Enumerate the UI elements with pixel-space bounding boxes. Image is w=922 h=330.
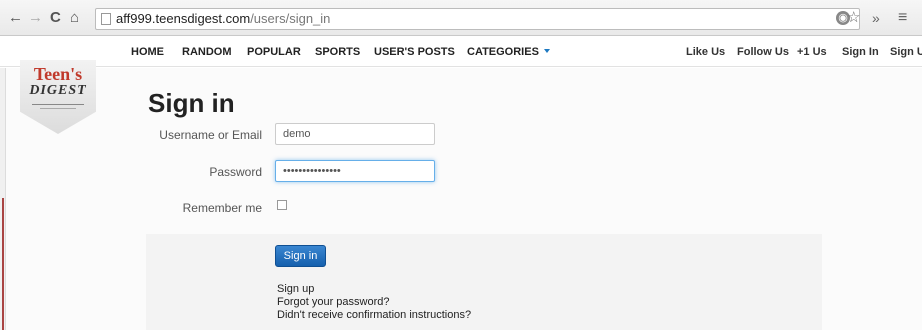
nav-users-posts[interactable]: USER'S POSTS [374, 46, 455, 58]
caret-down-icon [543, 49, 550, 53]
remember-me-checkbox[interactable] [277, 200, 287, 210]
browser-toolbar: ← → C ⌂ aff999.teensdigest.com/users/sig… [0, 0, 922, 36]
nav-like-us[interactable]: Like Us [686, 46, 725, 58]
site-logo[interactable]: Teen's DIGEST [20, 60, 96, 134]
more-extensions-icon[interactable]: » [872, 10, 880, 26]
page-title: Sign in [148, 88, 235, 118]
form-actions [146, 234, 822, 330]
back-icon[interactable]: ← [8, 9, 23, 27]
username-input[interactable]: demo [275, 123, 435, 145]
password-input[interactable]: ••••••••••••••• [275, 160, 435, 182]
username-label: Username or Email [159, 128, 262, 142]
page-icon [101, 13, 111, 25]
remember-me-label: Remember me [182, 201, 262, 215]
nav-popular[interactable]: POPULAR [247, 46, 301, 58]
address-bar[interactable]: aff999.teensdigest.com/users/sign_in [95, 8, 860, 30]
nav-categories-label: CATEGORIES [467, 46, 539, 58]
site-navbar: HOME RANDOM POPULAR SPORTS USER'S POSTS … [0, 37, 922, 67]
nav-sports[interactable]: SPORTS [315, 46, 360, 58]
password-label: Password [209, 165, 262, 179]
forward-icon[interactable]: → [28, 9, 43, 27]
url-host: aff999.teensdigest.com [116, 11, 251, 26]
bookmark-star-icon[interactable]: ☆ [847, 10, 860, 26]
sign-up-link[interactable]: Sign up [277, 283, 314, 295]
nav-home[interactable]: HOME [131, 46, 164, 58]
nav-sign-in[interactable]: Sign In [842, 46, 879, 58]
left-edge-strip [0, 68, 6, 330]
home-icon[interactable]: ⌂ [70, 9, 79, 27]
menu-icon[interactable]: ≡ [898, 10, 907, 26]
forgot-password-link[interactable]: Forgot your password? [277, 296, 390, 308]
nav-plus-one-us[interactable]: +1 Us [797, 46, 827, 58]
sign-in-button[interactable]: Sign in [275, 245, 326, 267]
nav-follow-us[interactable]: Follow Us [737, 46, 789, 58]
confirmation-instructions-link[interactable]: Didn't receive confirmation instructions… [277, 309, 471, 321]
reload-icon[interactable]: C [50, 9, 61, 27]
logo-text-digest: DIGEST [29, 83, 87, 98]
nav-categories[interactable]: CATEGORIES [467, 46, 550, 58]
logo-text-teens: Teen's [33, 64, 83, 84]
nav-random[interactable]: RANDOM [182, 46, 232, 58]
nav-sign-up[interactable]: Sign Up [890, 46, 922, 58]
url-path: /users/sign_in [250, 11, 331, 26]
